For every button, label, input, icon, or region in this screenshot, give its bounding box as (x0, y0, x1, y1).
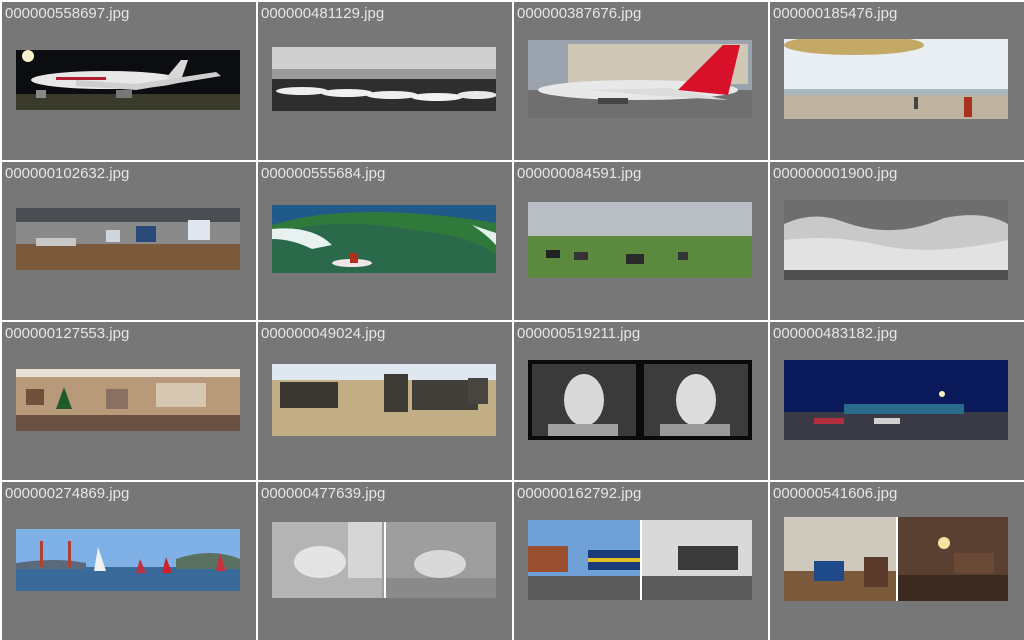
thumbnail-image[interactable] (784, 39, 1008, 119)
filename-label: 000000274869.jpg (5, 485, 130, 502)
thumbnail-image[interactable] (272, 205, 496, 273)
filename-label: 000000555684.jpg (261, 165, 386, 182)
thumbnail-tile[interactable]: 000000483182.jpg (770, 322, 1024, 480)
thumbnail-tile[interactable]: 000000049024.jpg (258, 322, 512, 480)
filename-label: 000000102632.jpg (5, 165, 130, 182)
thumbnail-tile[interactable]: 000000387676.jpg (514, 2, 768, 160)
thumbnail-tile[interactable]: 000000084591.jpg (514, 162, 768, 320)
thumbnail-image[interactable] (784, 360, 1008, 440)
thumbnail-tile[interactable]: 000000185476.jpg (770, 2, 1024, 160)
thumbnail-tile[interactable]: 000000127553.jpg (2, 322, 256, 480)
thumbnail-grid: 000000558697.jpg 000000481129.jpg 000000… (0, 0, 1024, 640)
filename-label: 000000049024.jpg (261, 325, 386, 342)
thumbnail-image[interactable] (16, 50, 240, 110)
thumbnail-image[interactable] (272, 522, 496, 598)
filename-label: 000000387676.jpg (517, 5, 642, 22)
thumbnail-tile[interactable]: 000000477639.jpg (258, 482, 512, 640)
filename-label: 000000519211.jpg (517, 325, 641, 342)
thumbnail-image[interactable] (528, 40, 752, 118)
thumbnail-tile[interactable]: 000000001900.jpg (770, 162, 1024, 320)
filename-label: 000000483182.jpg (773, 325, 898, 342)
thumbnail-image[interactable] (528, 520, 752, 600)
filename-label: 000000162792.jpg (517, 485, 642, 502)
thumbnail-tile[interactable]: 000000519211.jpg (514, 322, 768, 480)
thumbnail-image[interactable] (16, 208, 240, 270)
thumbnail-image[interactable] (784, 517, 1008, 601)
thumbnail-image[interactable] (784, 200, 1008, 280)
filename-label: 000000185476.jpg (773, 5, 898, 22)
thumbnail-tile[interactable]: 000000162792.jpg (514, 482, 768, 640)
thumbnail-tile[interactable]: 000000541606.jpg (770, 482, 1024, 640)
filename-label: 000000127553.jpg (5, 325, 130, 342)
thumbnail-tile[interactable]: 000000481129.jpg (258, 2, 512, 160)
filename-label: 000000541606.jpg (773, 485, 898, 502)
thumbnail-tile[interactable]: 000000558697.jpg (2, 2, 256, 160)
thumbnail-tile[interactable]: 000000274869.jpg (2, 482, 256, 640)
thumbnail-tile[interactable]: 000000102632.jpg (2, 162, 256, 320)
thumbnail-image[interactable] (272, 364, 496, 436)
thumbnail-tile[interactable]: 000000555684.jpg (258, 162, 512, 320)
thumbnail-image[interactable] (528, 202, 752, 278)
filename-label: 000000558697.jpg (5, 5, 130, 22)
filename-label: 000000001900.jpg (773, 165, 898, 182)
filename-label: 000000477639.jpg (261, 485, 386, 502)
thumbnail-image[interactable] (16, 529, 240, 591)
thumbnail-image[interactable] (528, 360, 752, 440)
filename-label: 000000084591.jpg (517, 165, 642, 182)
filename-label: 000000481129.jpg (261, 5, 385, 22)
thumbnail-image[interactable] (272, 47, 496, 111)
thumbnail-image[interactable] (16, 369, 240, 431)
